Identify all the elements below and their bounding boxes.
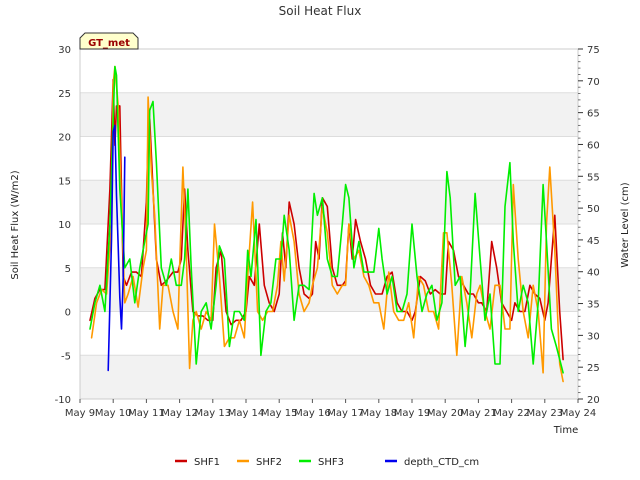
y-tick-label-right: 20 bbox=[587, 395, 600, 406]
chart-title: Soil Heat Flux bbox=[279, 4, 362, 18]
y-tick-label-left: 5 bbox=[65, 264, 71, 275]
y-tick-label-right: 25 bbox=[587, 363, 600, 374]
plot-band bbox=[80, 355, 578, 399]
y-tick-label-right: 60 bbox=[587, 140, 600, 151]
y-tick-label-right: 65 bbox=[587, 109, 600, 120]
x-tick-label: May 13 bbox=[195, 408, 232, 419]
y-tick-label-left: 25 bbox=[58, 89, 71, 100]
legend-label: SHF1 bbox=[194, 457, 220, 468]
y-tick-label-right: 45 bbox=[587, 236, 600, 247]
x-tick-label: May 9 bbox=[65, 408, 95, 419]
legend-label: SHF3 bbox=[318, 457, 344, 468]
y-tick-label-left: 0 bbox=[65, 308, 71, 319]
y-tick-label-left: -10 bbox=[55, 395, 71, 406]
x-axis-label: Time bbox=[553, 425, 578, 436]
y-tick-label-right: 50 bbox=[587, 204, 600, 215]
x-tick-label: May 10 bbox=[95, 408, 132, 419]
y-tick-label-left: -5 bbox=[61, 351, 71, 362]
y-axis-label-right: Water Level (cm) bbox=[620, 182, 631, 267]
x-tick-label: May 17 bbox=[327, 408, 364, 419]
y-tick-label-right: 30 bbox=[587, 331, 600, 342]
x-tick-label: May 16 bbox=[294, 408, 331, 419]
y-tick-label-right: 55 bbox=[587, 172, 600, 183]
x-tick-label: May 24 bbox=[560, 408, 597, 419]
station-badge: GT_met bbox=[79, 32, 139, 50]
y-tick-label-left: 10 bbox=[58, 220, 71, 231]
x-tick-label: May 22 bbox=[493, 408, 530, 419]
y-tick-label-right: 75 bbox=[587, 45, 600, 56]
station-badge-text: GT_met bbox=[88, 38, 130, 49]
y-tick-label-left: 30 bbox=[58, 45, 71, 56]
y-tick-label-right: 70 bbox=[587, 77, 600, 88]
y-tick-label-right: 40 bbox=[587, 268, 600, 279]
x-tick-label: May 11 bbox=[128, 408, 165, 419]
x-tick-label: May 19 bbox=[394, 408, 431, 419]
y-axis-label-left: Soil Heat Flux (W/m2) bbox=[10, 170, 21, 279]
x-tick-label: May 18 bbox=[361, 408, 398, 419]
y-tick-label-left: 15 bbox=[58, 176, 71, 187]
legend-label: depth_CTD_cm bbox=[404, 457, 479, 468]
x-tick-label: May 14 bbox=[228, 408, 265, 419]
soil-heat-flux-chart: May 9 May 10May 11May 12May 13May 14May 1… bbox=[0, 0, 640, 480]
x-tick-label: May 21 bbox=[460, 408, 497, 419]
x-tick-label: May 15 bbox=[261, 408, 298, 419]
y-tick-label-left: 20 bbox=[58, 133, 71, 144]
y-tick-label-right: 35 bbox=[587, 300, 600, 311]
x-tick-label: May 20 bbox=[427, 408, 464, 419]
x-tick-label: May 23 bbox=[527, 408, 564, 419]
legend-label: SHF2 bbox=[256, 457, 282, 468]
x-tick-label: May 12 bbox=[161, 408, 198, 419]
